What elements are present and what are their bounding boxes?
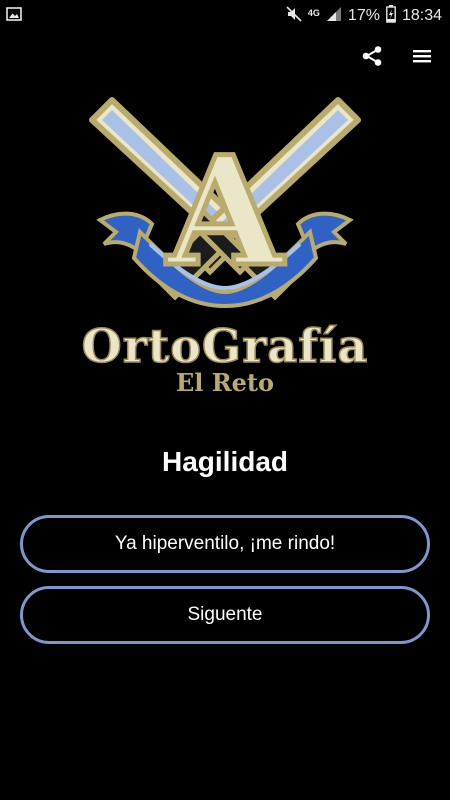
status-time: 18:34	[401, 7, 442, 24]
status-left	[6, 6, 22, 26]
share-icon[interactable]	[360, 44, 384, 68]
battery-percent: 17%	[347, 7, 380, 24]
logo-emblem: A	[89, 97, 361, 309]
app-bar	[360, 38, 450, 74]
next-button[interactable]: Siguente	[20, 586, 430, 644]
mute-icon	[286, 6, 302, 26]
logo-letter: A	[165, 124, 286, 300]
battery-charging-icon	[386, 5, 396, 27]
app-screen: 4G 17% 18:34 A OrtoGrafía El Reto Hagili…	[0, 0, 450, 800]
give-up-button[interactable]: Ya hiperventilo, ¡me rindo!	[20, 515, 430, 573]
image-icon	[6, 6, 22, 26]
network-type-label: 4G	[307, 7, 320, 18]
signal-icon	[326, 6, 342, 26]
page-title: Hagilidad	[161, 446, 288, 477]
logo-subtitle: El Reto	[175, 368, 275, 397]
status-bar: 4G 17% 18:34	[0, 0, 450, 32]
logo-wordmark: OrtoGrafía El Reto	[0, 319, 450, 397]
menu-icon[interactable]	[410, 44, 434, 68]
status-right: 4G 17% 18:34	[286, 5, 442, 27]
logo-title: OrtoGrafía	[81, 319, 369, 373]
